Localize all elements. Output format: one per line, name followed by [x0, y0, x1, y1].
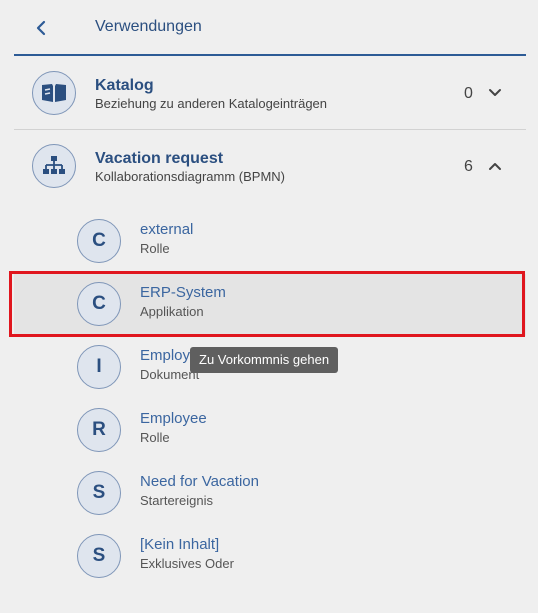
item-subtitle: Applikation: [140, 304, 204, 319]
avatar: C: [77, 219, 121, 263]
group-icon-wrap: [32, 71, 76, 115]
list-item[interactable]: S Need for Vacation Startereignis: [14, 463, 526, 525]
group-title: Vacation request: [95, 150, 224, 167]
header: Verwendungen: [0, 0, 538, 56]
item-subtitle: Startereignis: [140, 493, 213, 508]
item-title[interactable]: Need for Vacation: [140, 473, 259, 490]
item-subtitle: Exklusives Oder: [140, 556, 234, 571]
group-subtitle: Kollaborationsdiagramm (BPMN): [95, 169, 286, 184]
avatar: R: [77, 408, 121, 452]
chevron-up-icon: [489, 163, 501, 170]
tooltip: Zu Vorkommnis gehen: [190, 347, 339, 373]
group-icon-wrap: [32, 144, 76, 188]
group-title: Katalog: [95, 77, 154, 94]
group-subtitle: Beziehung zu anderen Katalogeinträgen: [95, 96, 328, 111]
avatar: I: [77, 345, 121, 389]
list-item-selected[interactable]: C ERP-System Applikation: [14, 274, 526, 336]
expand-toggle[interactable]: [486, 84, 504, 102]
group-count: 6: [464, 158, 473, 175]
item-title[interactable]: external: [140, 221, 193, 238]
back-button[interactable]: [28, 14, 54, 42]
list-item[interactable]: C external Rolle: [14, 211, 526, 273]
item-subtitle: Rolle: [140, 430, 170, 445]
avatar: C: [77, 282, 121, 326]
org-chart-icon: [43, 156, 65, 174]
list-item[interactable]: R Employee Rolle: [14, 400, 526, 462]
header-divider: [14, 54, 526, 56]
item-title[interactable]: [Kein Inhalt]: [140, 536, 219, 553]
list-item[interactable]: S [Kein Inhalt] Exklusives Oder: [14, 526, 526, 588]
avatar: S: [77, 471, 121, 515]
group-divider: [14, 129, 526, 130]
chevron-down-icon: [489, 89, 501, 96]
avatar: S: [77, 534, 121, 578]
item-title[interactable]: Employee: [140, 410, 207, 427]
group-katalog[interactable]: Katalog Beziehung zu anderen Katalogeint…: [14, 64, 526, 128]
page-title: Verwendungen: [95, 18, 202, 35]
book-open-icon: [42, 84, 66, 102]
item-title[interactable]: ERP-System: [140, 284, 226, 301]
item-subtitle: Rolle: [140, 241, 170, 256]
chevron-left-icon: [36, 20, 46, 36]
collapse-toggle[interactable]: [486, 157, 504, 175]
group-vacation-request[interactable]: Vacation request Kollaborationsdiagramm …: [14, 140, 526, 196]
item-title[interactable]: Employ: [140, 347, 190, 364]
group-count: 0: [464, 85, 473, 102]
